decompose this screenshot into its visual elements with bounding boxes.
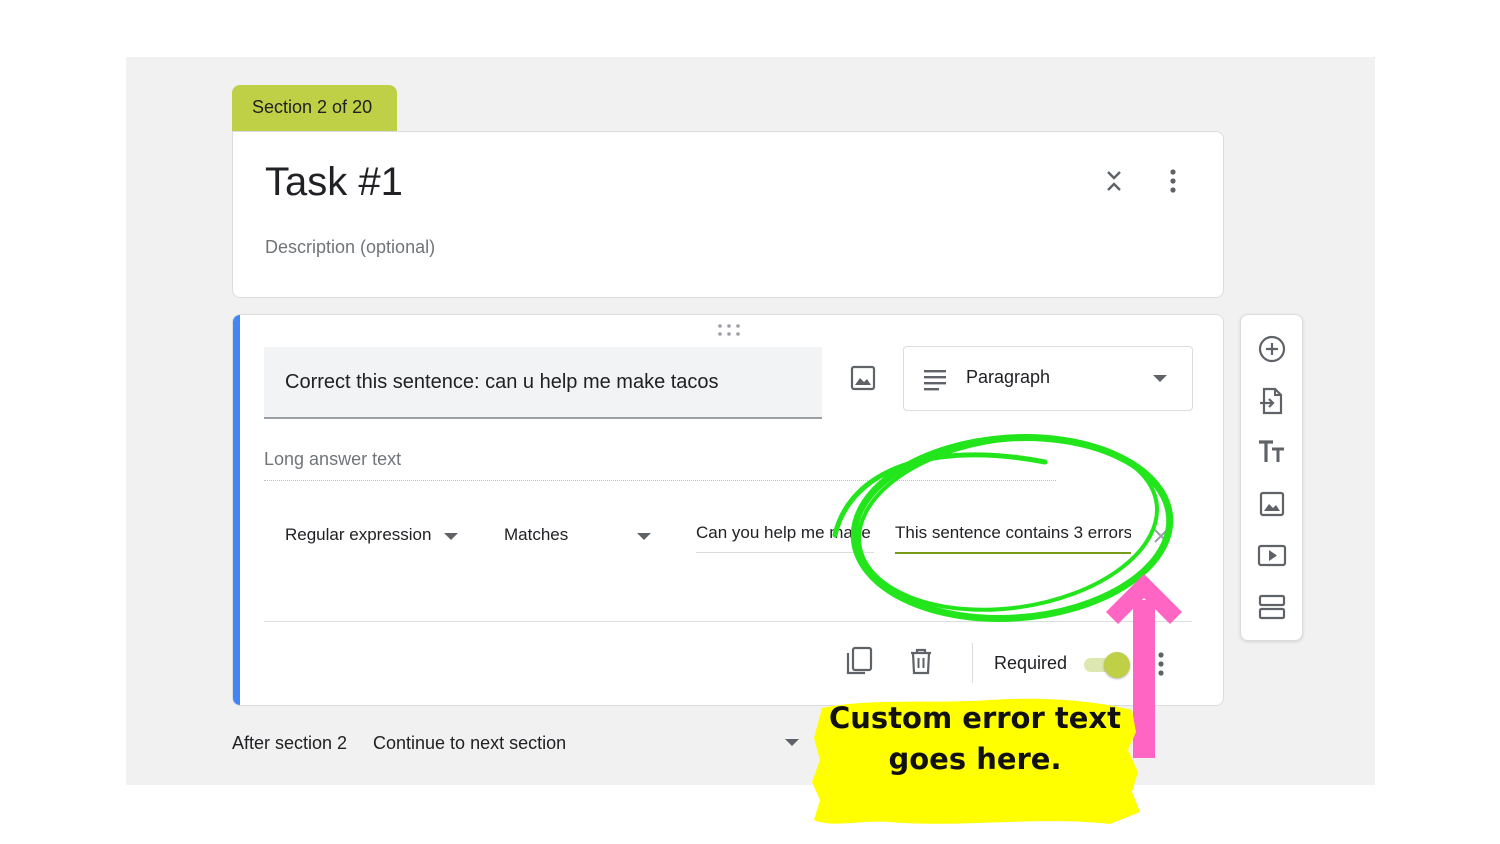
chevron-down-icon[interactable] [443, 532, 459, 542]
callout-line-2: goes here. [888, 742, 1062, 776]
required-label: Required [994, 653, 1068, 673]
add-question-icon[interactable] [1256, 333, 1288, 365]
card-footer-divider [264, 621, 1192, 622]
section-description-field[interactable]: Description (optional) [265, 237, 435, 258]
section-navigation-select[interactable]: Continue to next section [373, 733, 566, 754]
active-card-accent [233, 315, 240, 705]
section-title[interactable]: Task #1 [265, 160, 403, 205]
validation-operator-select[interactable]: Matches [504, 525, 568, 545]
question-type-label: Paragraph [966, 367, 1051, 387]
add-title-icon[interactable] [1256, 436, 1288, 468]
add-image-icon[interactable] [1256, 488, 1288, 520]
section-tab-label: Section 2 of 20 [252, 97, 373, 117]
question-type-dropdown[interactable]: Paragraph [903, 346, 1193, 411]
long-answer-preview: Long answer text [264, 449, 1056, 481]
import-questions-icon[interactable] [1256, 385, 1288, 417]
chevron-down-icon[interactable] [784, 738, 800, 748]
chevron-down-icon [1153, 375, 1167, 382]
add-section-icon[interactable] [1256, 591, 1288, 623]
section-more-options-icon[interactable] [1163, 166, 1183, 196]
drag-handle-icon[interactable] [717, 323, 741, 337]
question-title-input[interactable]: Correct this sentence: can u help me mak… [264, 347, 822, 419]
custom-error-text-input[interactable]: This sentence contains 3 errors. [895, 523, 1131, 554]
toggle-knob [1104, 652, 1130, 678]
question-more-options-icon[interactable] [1151, 649, 1171, 679]
add-video-icon[interactable] [1256, 539, 1288, 571]
section-tab: Section 2 of 20 [232, 85, 397, 133]
regex-pattern-input[interactable]: Can you help me make tacos? [696, 523, 874, 553]
floating-toolbar [1240, 314, 1303, 641]
question-card[interactable]: Correct this sentence: can u help me mak… [232, 314, 1224, 706]
close-icon[interactable] [1151, 526, 1171, 546]
delete-icon[interactable] [908, 647, 934, 675]
required-toggle[interactable] [1082, 651, 1132, 679]
paragraph-icon [924, 370, 946, 391]
duplicate-icon[interactable] [844, 645, 874, 677]
collapse-section-icon[interactable] [1099, 166, 1129, 196]
add-image-icon[interactable] [848, 363, 878, 393]
section-title-card[interactable]: Task #1 Description (optional) [232, 131, 1224, 298]
after-section-label: After section 2 [232, 733, 348, 753]
chevron-down-icon[interactable] [636, 532, 652, 542]
validation-type-select[interactable]: Regular expression [285, 525, 431, 545]
footer-vertical-divider [972, 643, 973, 683]
callout-line-1: Custom error text [829, 701, 1121, 735]
callout-text: Custom error text goes here. [810, 698, 1140, 780]
